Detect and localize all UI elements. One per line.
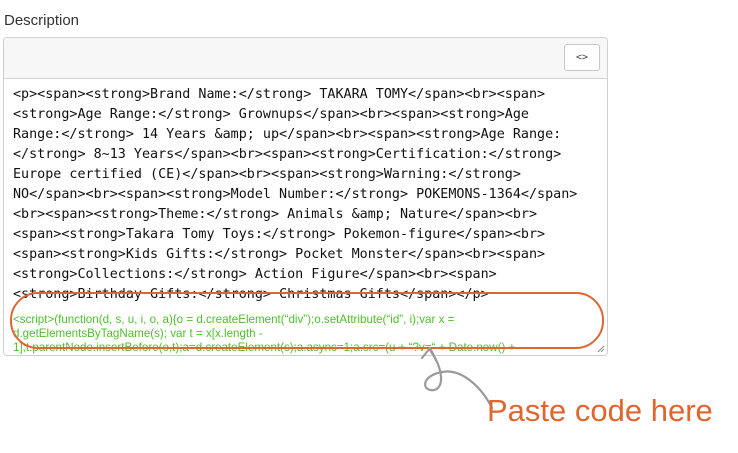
editor-content[interactable]: <p><span><strong>Brand Name:</strong> TA… (4, 79, 607, 355)
description-editor[interactable]: <> <p><span><strong>Brand Name:</strong>… (3, 37, 608, 356)
description-label: Description (4, 12, 80, 29)
source-code-button[interactable]: <> (564, 44, 600, 71)
resize-handle-icon[interactable] (596, 344, 605, 353)
editor-toolbar: <> (4, 38, 607, 79)
html-source-text: <p><span><strong>Brand Name:</strong> TA… (13, 87, 578, 302)
paste-code-callout: Paste code here (487, 393, 713, 428)
pasted-script-code: <script>(function(d, s, u, i, o, a){o = … (13, 313, 516, 354)
